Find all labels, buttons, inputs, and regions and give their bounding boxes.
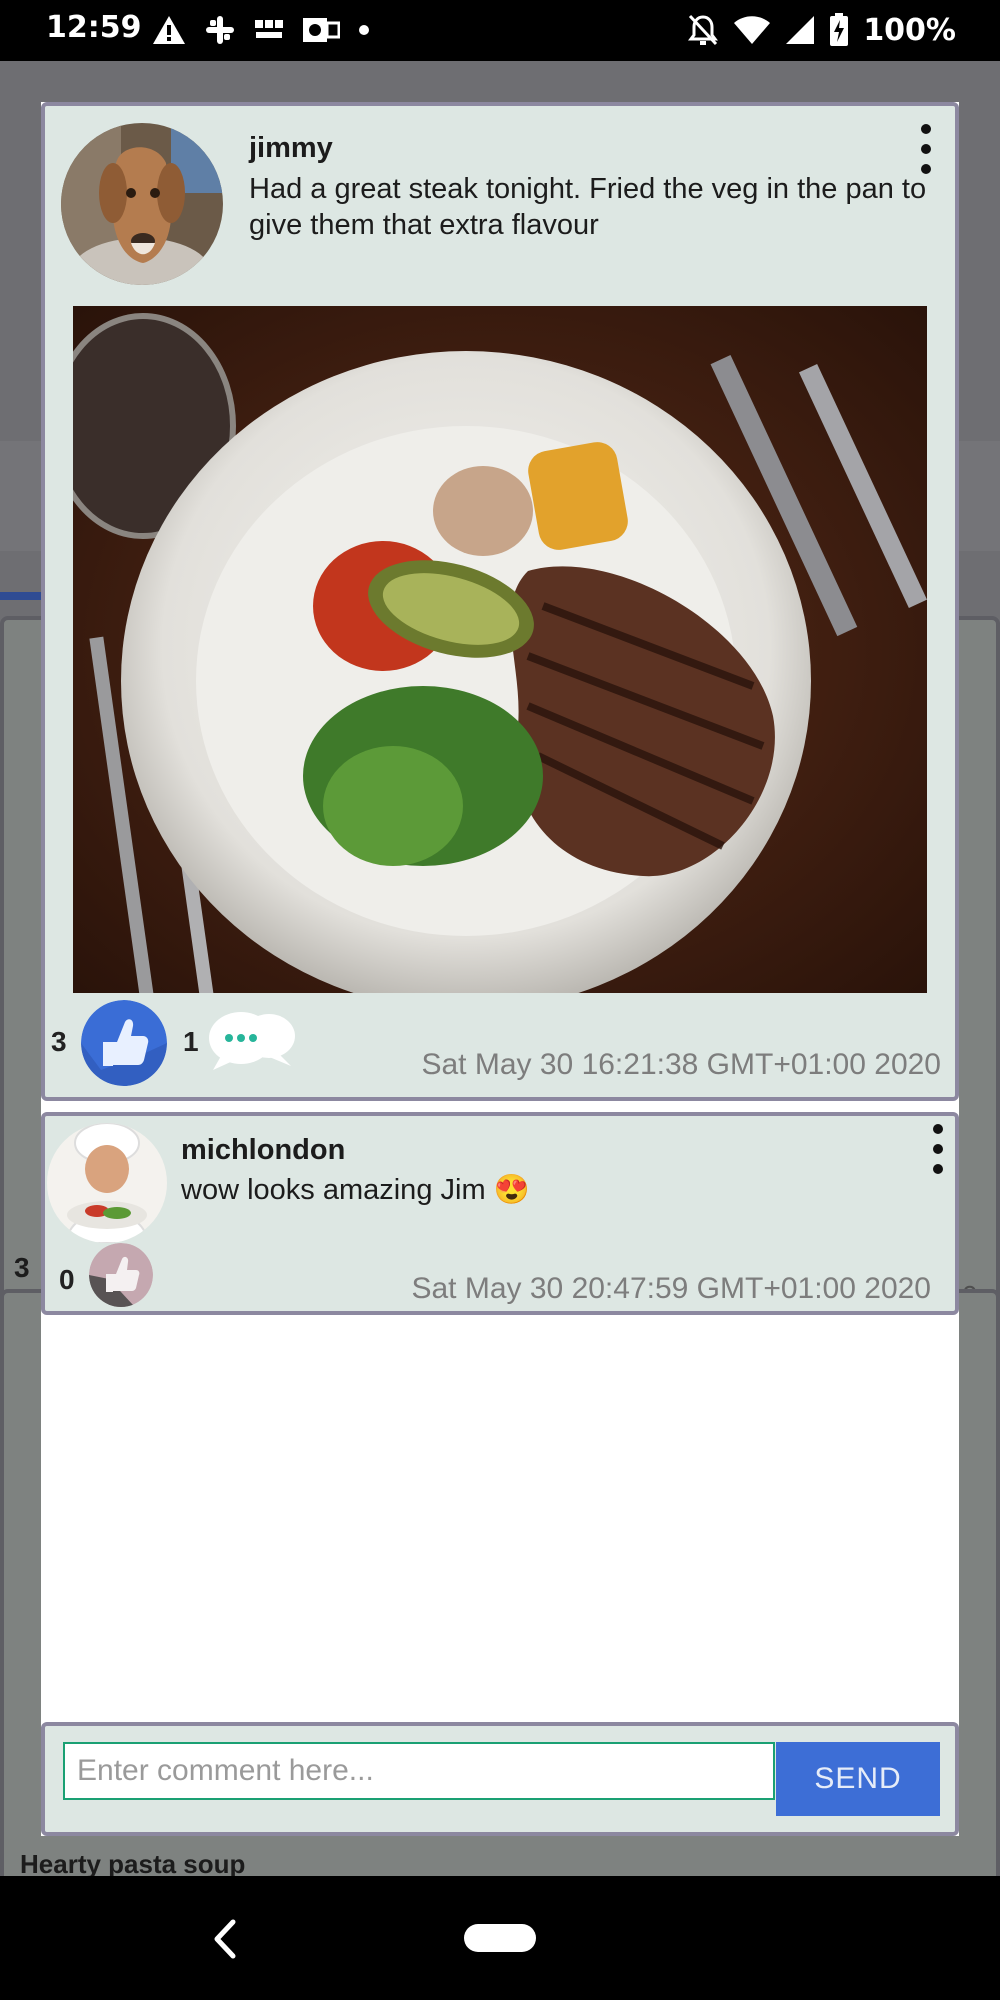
like-button[interactable] <box>81 1000 167 1086</box>
comments-button[interactable] <box>207 1008 297 1072</box>
post-overflow-menu-icon[interactable] <box>911 124 941 174</box>
chef-avatar-image <box>47 1123 167 1243</box>
post-like-count: 3 <box>51 1026 67 1057</box>
comment-like-button[interactable] <box>89 1243 153 1307</box>
signal-icon <box>786 16 815 44</box>
comment-timestamp: Sat May 30 20:47:59 GMT+01:00 2020 <box>411 1272 931 1305</box>
post-timestamp: Sat May 30 16:21:38 GMT+01:00 2020 <box>421 1048 941 1081</box>
comment-text: wow looks amazing Jim 😍 <box>181 1174 530 1206</box>
avatar[interactable] <box>61 123 223 285</box>
background-like-count: 3 <box>14 1252 30 1283</box>
comment-input[interactable] <box>63 1742 775 1800</box>
bbc-news-icon <box>255 20 283 38</box>
thumbs-up-icon <box>89 1243 153 1307</box>
comment-username[interactable]: michlondon <box>181 1134 345 1167</box>
status-bar: 12:59 100% <box>0 0 1000 61</box>
post-card: jimmy Had a great steak tonight. Fried t… <box>41 102 959 1101</box>
thumbs-up-icon <box>81 1000 167 1086</box>
comment-overflow-menu-icon[interactable] <box>923 1124 953 1174</box>
status-right: 100% <box>687 10 956 50</box>
chat-bubbles-icon <box>209 1012 295 1070</box>
notification-icons <box>152 12 370 48</box>
post-username[interactable]: jimmy <box>249 132 333 165</box>
home-button[interactable] <box>464 1924 536 1952</box>
wifi-icon <box>734 16 771 44</box>
notifications-off-icon <box>688 14 719 46</box>
avatar[interactable] <box>47 1123 167 1243</box>
battery-charging-icon <box>830 13 849 46</box>
post-comment-count: 1 <box>183 1026 199 1057</box>
back-icon[interactable] <box>205 1914 245 1964</box>
comment-like-count: 0 <box>59 1264 75 1295</box>
slack-icon <box>206 16 234 44</box>
dog-avatar-image <box>61 123 223 285</box>
steak-photo <box>73 306 927 993</box>
background-tab-indicator <box>0 592 45 600</box>
post-text: Had a great steak tonight. Fried the veg… <box>249 173 927 241</box>
navigation-bar <box>0 1876 1000 2000</box>
dot-icon <box>359 25 369 35</box>
status-time: 12:59 <box>46 10 142 45</box>
post-image[interactable] <box>73 306 927 993</box>
warning-icon <box>153 16 185 44</box>
battery-percent: 100% <box>863 12 956 48</box>
comment-card: michlondon wow looks amazing Jim 😍 0 Sat… <box>41 1112 959 1315</box>
outlook-icon <box>303 18 340 42</box>
comments-dialog: jimmy Had a great steak tonight. Fried t… <box>41 102 959 1836</box>
send-button[interactable]: SEND <box>776 1742 940 1816</box>
comment-form: SEND <box>41 1722 959 1836</box>
